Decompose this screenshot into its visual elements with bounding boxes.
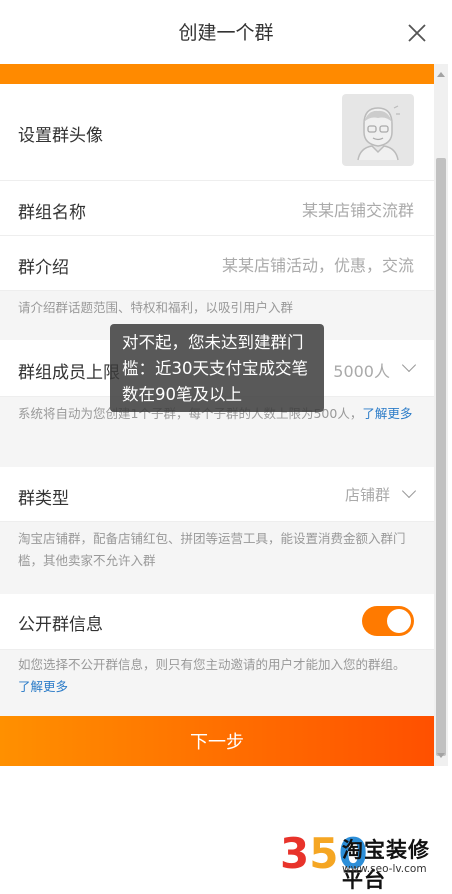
toggle-knob — [387, 609, 411, 633]
public-info-label: 公开群信息 — [18, 615, 103, 635]
chevron-down-icon[interactable] — [401, 357, 417, 373]
members-limit-value: 5000人 — [333, 362, 390, 381]
chevron-down-icon[interactable] — [401, 483, 417, 499]
public-learn-more-link[interactable]: 了解更多 — [18, 679, 68, 694]
avatar-row[interactable]: 设置群头像 — [0, 84, 434, 181]
group-intro-row[interactable]: 群介绍 某某店铺活动，优惠，交流 — [0, 236, 434, 291]
user-avatar-icon — [357, 105, 400, 161]
intro-hint-text: 请介绍群话题范围、特权和福利，以吸引用户入群 — [18, 300, 294, 315]
public-info-toggle[interactable] — [362, 606, 414, 636]
type-hint: 淘宝店铺群，配备店铺红包、拼团等运营工具，能设置消费金额入群门槛，其他卖家不允许… — [0, 522, 434, 594]
group-name-row[interactable]: 群组名称 某某店铺交流群 — [0, 181, 434, 236]
group-name-label: 群组名称 — [18, 203, 86, 223]
avatar-label: 设置群头像 — [18, 126, 103, 146]
group-type-value: 店铺群 — [344, 486, 390, 504]
group-type-label: 群类型 — [18, 489, 69, 509]
members-limit-label: 群组成员上限 — [18, 363, 120, 383]
avatar-placeholder[interactable] — [342, 94, 414, 166]
close-icon[interactable] — [406, 22, 428, 44]
orange-banner — [0, 64, 434, 84]
scroll-up-arrow-icon[interactable] — [437, 72, 445, 77]
type-hint-text: 淘宝店铺群，配备店铺红包、拼团等运营工具，能设置消费金额入群门槛，其他卖家不允许… — [18, 531, 406, 568]
form-scroll-area[interactable]: 设置群头像 群组名称 某某店铺交流群 群介绍 某某店铺活动，优惠，交流 请介绍群… — [0, 64, 434, 766]
scrollbar[interactable] — [434, 64, 448, 766]
watermark-logo: 350 淘宝装修平台 www.seo-lv.com — [280, 828, 450, 892]
group-intro-input[interactable]: 某某店铺活动，优惠，交流 — [222, 252, 414, 276]
group-intro-label: 群介绍 — [18, 258, 69, 278]
group-type-row[interactable]: 群类型 店铺群 — [0, 467, 434, 522]
public-info-row[interactable]: 公开群信息 — [0, 594, 434, 650]
header: 创建一个群 — [0, 0, 452, 64]
next-step-button[interactable]: 下一步 — [0, 716, 434, 766]
scroll-down-arrow-icon[interactable] — [437, 753, 445, 758]
group-name-input[interactable]: 某某店铺交流群 — [302, 197, 414, 221]
scrollbar-thumb[interactable] — [436, 158, 446, 756]
public-hint-text: 如您选择不公开群信息，则只有您主动邀请的用户才能加入您的群组。 — [18, 657, 406, 672]
watermark-url: www.seo-lv.com — [342, 863, 427, 875]
error-toast: 对不起，您未达到建群门槛：近30天支付宝成交笔数在90笔及以上 — [110, 324, 324, 412]
page-title: 创建一个群 — [178, 22, 274, 44]
members-learn-more-link[interactable]: 了解更多 — [362, 406, 412, 421]
public-hint: 如您选择不公开群信息，则只有您主动邀请的用户才能加入您的群组。了解更多 — [0, 650, 434, 714]
